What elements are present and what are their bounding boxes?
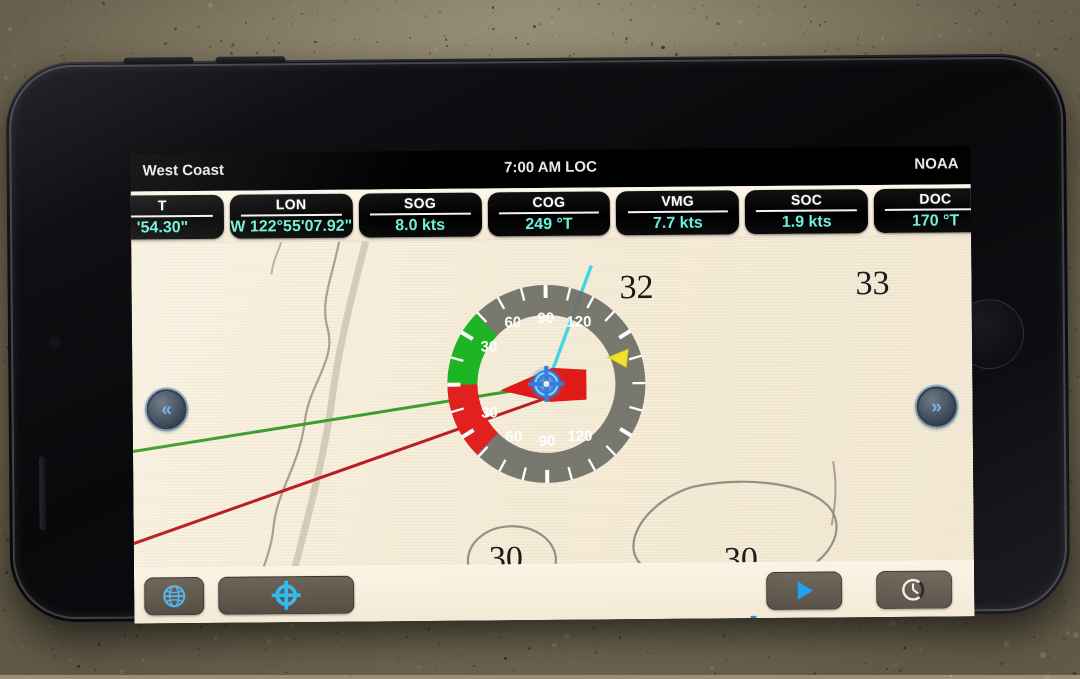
compass-tick-60-port: 60 (504, 314, 521, 331)
chevron-double-right-icon: » (931, 397, 942, 416)
data-field-vmg-value: 7.7 kts (653, 215, 703, 231)
sounding-32: 32 (619, 269, 653, 307)
divider (370, 212, 471, 215)
data-field-lon-label: LON (276, 197, 307, 211)
side-power-button[interactable] (39, 456, 47, 530)
clock-button[interactable] (876, 570, 952, 609)
clock-label: 7:00 AM LOC (130, 155, 970, 179)
data-field-cog-label: COG (532, 194, 565, 208)
divider (499, 211, 600, 214)
divider (130, 214, 212, 217)
chevron-double-left-icon: « (161, 400, 172, 419)
compass-tick-60-low: 60 (505, 428, 522, 445)
volume-down-button[interactable] (216, 56, 286, 64)
phone-device: West Coast 7:00 AM LOC NOAA (6, 53, 1071, 622)
chart-prev-button[interactable]: « (146, 389, 186, 429)
data-field-sog-label: SOG (404, 195, 436, 209)
data-field-lon-value: W 122°55'07.92" (230, 218, 352, 235)
compass-tick-90: 90 (537, 310, 554, 327)
divider (627, 210, 728, 213)
data-field-soc-label: SOC (791, 192, 822, 206)
globe-icon (161, 583, 187, 609)
crosshair-target-icon (269, 578, 303, 612)
sounding-33: 33 (855, 265, 889, 303)
compass-rose: 30 60 90 120 120 90 60 30 (447, 284, 647, 484)
data-field-lat-label: T (158, 198, 167, 212)
chart-graphics: 30 60 90 120 120 90 60 30 (131, 184, 975, 623)
data-field-lat-value: '54.30" (137, 220, 189, 236)
data-field-lat[interactable]: T '54.30" (130, 194, 224, 239)
compass-tick-90-low: 90 (538, 433, 555, 450)
data-field-cog-value: 249 °T (525, 216, 572, 232)
front-camera (50, 338, 59, 347)
data-field-doc[interactable]: DOC 170 °T (874, 187, 975, 232)
data-field-doc-value: 170 °T (912, 213, 959, 229)
nautical-chart-canvas[interactable]: 30 60 90 120 120 90 60 30 (131, 184, 975, 623)
data-field-soc-value: 1.9 kts (782, 214, 832, 230)
compass-tick-30-low: 30 (481, 404, 498, 421)
phone-screen: West Coast 7:00 AM LOC NOAA (130, 146, 974, 623)
globe-button[interactable] (144, 577, 204, 616)
data-field-sog[interactable]: SOG 8.0 kts (358, 192, 481, 237)
compass-tick-120-low: 120 (567, 428, 592, 445)
compass-tick-120-stbd: 120 (566, 313, 591, 330)
chart-source-label: NOAA (914, 155, 958, 172)
data-field-doc-label: DOC (919, 191, 951, 205)
volume-up-button[interactable] (124, 57, 194, 65)
chart-next-button[interactable]: » (916, 386, 956, 426)
data-field-sog-value: 8.0 kts (395, 217, 445, 233)
compass-tick-30-port: 30 (481, 338, 498, 355)
data-field-lon[interactable]: LON W 122°55'07.92" (230, 193, 353, 238)
divider (241, 213, 342, 216)
divider (885, 208, 974, 211)
divider (756, 209, 857, 212)
data-field-vmg[interactable]: VMG 7.7 kts (616, 190, 739, 235)
recenter-button[interactable] (218, 576, 354, 615)
data-field-cog[interactable]: COG 249 °T (487, 191, 610, 236)
data-field-soc[interactable]: SOC 1.9 kts (745, 189, 868, 234)
data-field-row: T '54.30" LON W 122°55'07.92" SOG 8.0 kt… (131, 184, 971, 243)
clock-icon (900, 576, 928, 604)
data-field-vmg-label: VMG (661, 193, 694, 207)
